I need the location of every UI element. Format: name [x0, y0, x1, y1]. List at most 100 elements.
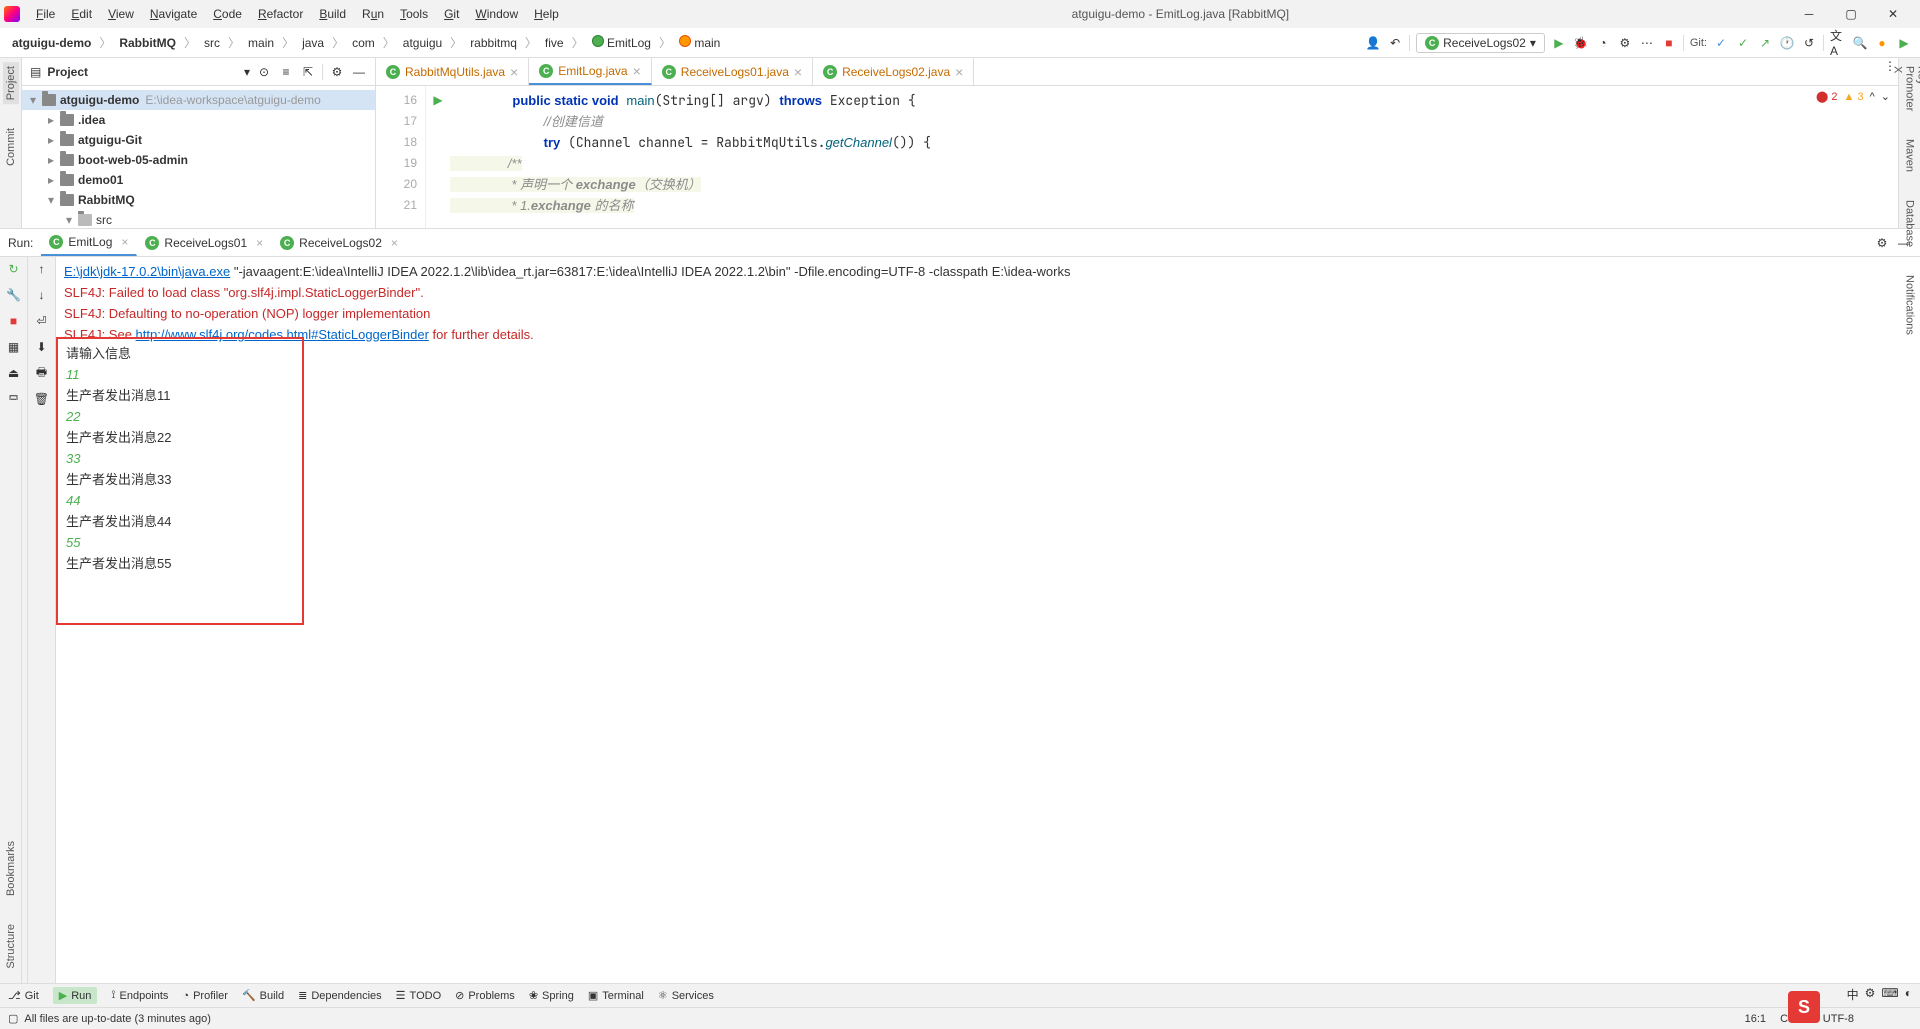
scroll-icon[interactable]: ⬇	[34, 339, 50, 355]
editor-tab[interactable]: CEmitLog.java×	[529, 58, 652, 85]
menu-edit[interactable]: Edit	[63, 5, 100, 23]
git-update-icon[interactable]: ✓	[1713, 35, 1729, 51]
menu-git[interactable]: Git	[436, 5, 467, 23]
back-icon[interactable]: ↶	[1387, 35, 1403, 51]
editor-tab[interactable]: CReceiveLogs01.java×	[652, 58, 813, 85]
run-tool[interactable]: ▶ Run	[53, 987, 98, 1004]
run-anything-icon[interactable]: ▶	[1896, 35, 1912, 51]
tree-row[interactable]: ▸.idea	[22, 110, 375, 130]
wrap-icon[interactable]: ⏎	[34, 313, 50, 329]
build-tool[interactable]: 🔨 Build	[242, 989, 284, 1002]
chevron-up-icon[interactable]: ^	[1870, 91, 1875, 103]
hide-icon[interactable]: —	[351, 64, 367, 80]
run-button[interactable]: ▶	[1551, 35, 1567, 51]
console-output[interactable]: E:\jdk\jdk-17.0.2\bin\java.exe "-javaage…	[56, 257, 1920, 983]
menu-build[interactable]: Build	[311, 5, 354, 23]
git-commit-icon[interactable]: ✓	[1735, 35, 1751, 51]
breadcrumb-item[interactable]: main	[244, 34, 278, 52]
breadcrumb-item[interactable]: RabbitMQ	[115, 34, 180, 52]
search-icon[interactable]: 🔍	[1852, 35, 1868, 51]
run-config-selector[interactable]: C ReceiveLogs02 ▾	[1416, 33, 1545, 53]
tree-row[interactable]: ▾src	[22, 210, 375, 228]
run-tab[interactable]: CReceiveLogs02×	[272, 229, 407, 256]
breadcrumb-item[interactable]: main	[675, 33, 724, 52]
menu-navigate[interactable]: Navigate	[142, 5, 205, 23]
tree-row[interactable]: ▾atguigu-demoE:\idea-workspace\atguigu-d…	[22, 90, 375, 110]
menu-refactor[interactable]: Refactor	[250, 5, 311, 23]
status-icon[interactable]: ▢	[8, 1012, 18, 1025]
breadcrumb-item[interactable]: rabbitmq	[466, 34, 521, 52]
tray-icon-3[interactable]: ⌨	[1881, 986, 1898, 1003]
git-push-icon[interactable]: ↗	[1757, 35, 1773, 51]
menu-file[interactable]: FFileile	[28, 5, 63, 23]
translate-icon[interactable]: 文A	[1830, 35, 1846, 51]
collapse-all-icon[interactable]: ⇱	[300, 64, 316, 80]
maven-tab[interactable]: Maven	[1902, 135, 1918, 176]
stop-button[interactable]: ■	[1661, 35, 1677, 51]
code-editor[interactable]: public static void main(String[] argv) t…	[450, 86, 1898, 228]
breadcrumb-item[interactable]: atguigu-demo	[8, 34, 95, 52]
close-icon[interactable]: ×	[256, 236, 263, 250]
run-gutter-icon[interactable]: ▶	[426, 90, 450, 111]
breadcrumb-item[interactable]: com	[348, 34, 379, 52]
menu-help[interactable]: Help	[526, 5, 567, 23]
menu-run[interactable]: Run	[354, 5, 392, 23]
todo-tool[interactable]: ☰ TODO	[396, 989, 441, 1002]
dependencies-tool[interactable]: ≣ Dependencies	[298, 989, 382, 1002]
breadcrumb-item[interactable]: EmitLog	[588, 33, 655, 52]
close-icon[interactable]: ×	[955, 64, 963, 80]
expand-all-icon[interactable]: ≡	[278, 64, 294, 80]
rerun-icon[interactable]: ↻	[6, 261, 22, 277]
git-tool[interactable]: ⎇ Git	[8, 989, 39, 1002]
breadcrumb-item[interactable]: java	[298, 34, 328, 52]
tree-row[interactable]: ▸boot-web-05-admin	[22, 150, 375, 170]
bookmarks-tab[interactable]: Bookmarks	[3, 837, 19, 900]
hide-icon[interactable]: —	[1896, 235, 1912, 251]
services-tool[interactable]: ⚛ Services	[658, 989, 714, 1002]
tree-row[interactable]: ▾RabbitMQ	[22, 190, 375, 210]
encoding[interactable]: UTF-8	[1823, 1013, 1854, 1025]
tools-icon[interactable]: 🔧	[6, 287, 22, 303]
menu-view[interactable]: View	[100, 5, 142, 23]
git-history-icon[interactable]: 🕐	[1779, 35, 1795, 51]
structure-tab[interactable]: Structure	[3, 920, 19, 973]
close-icon[interactable]: ×	[121, 235, 128, 249]
settings-icon[interactable]: ⚙	[329, 64, 345, 80]
error-indicator[interactable]: ⬤ 2	[1816, 90, 1838, 103]
breadcrumb-item[interactable]: atguigu	[399, 34, 446, 52]
tree-row[interactable]: ▸atguigu-Git	[22, 130, 375, 150]
warning-indicator[interactable]: ▲ 3	[1844, 91, 1864, 103]
endpoints-tool[interactable]: ⟟ Endpoints	[111, 989, 168, 1002]
chevron-down-icon[interactable]: ▾	[244, 65, 250, 79]
spring-tool[interactable]: ❀ Spring	[529, 989, 574, 1002]
editor-indicators[interactable]: ⬤ 2 ▲ 3 ^ ⌄	[1816, 90, 1890, 103]
problems-tool[interactable]: ⊘ Problems	[455, 989, 515, 1002]
minimize-button[interactable]: ─	[1794, 7, 1824, 21]
tray-icon-2[interactable]: ⚙	[1865, 986, 1876, 1003]
settings-icon[interactable]: ⚙	[1874, 235, 1890, 251]
learn-icon[interactable]: ●	[1874, 35, 1890, 51]
close-icon[interactable]: ×	[391, 236, 398, 250]
profile-button[interactable]: ⚙	[1617, 35, 1633, 51]
close-button[interactable]: ✕	[1878, 7, 1908, 21]
down-icon[interactable]: ↓	[34, 287, 50, 303]
close-icon[interactable]: ×	[633, 63, 641, 79]
menu-code[interactable]: Code	[205, 5, 250, 23]
profiler-tool[interactable]: ◔ Profiler	[182, 990, 228, 1002]
coverage-button[interactable]: ◔	[1595, 35, 1611, 51]
more-run-icon[interactable]: ⋯	[1639, 35, 1655, 51]
breadcrumb-item[interactable]: five	[541, 34, 568, 52]
breadcrumb-item[interactable]: src	[200, 34, 224, 52]
terminal-tool[interactable]: ▣ Terminal	[588, 989, 644, 1002]
close-icon[interactable]: ×	[794, 64, 802, 80]
user-icon[interactable]: 👤	[1365, 35, 1381, 51]
clear-icon[interactable]: 🗑	[34, 391, 50, 407]
run-tab[interactable]: CReceiveLogs01×	[137, 229, 272, 256]
print-icon[interactable]: 🖶	[34, 365, 50, 381]
project-tab[interactable]: Project	[3, 62, 19, 104]
tray-icon-4[interactable]: ◐	[1905, 986, 1912, 1003]
chevron-down-icon[interactable]: ⌄	[1881, 90, 1890, 103]
exit-icon[interactable]: ⏏	[6, 365, 22, 381]
up-icon[interactable]: ↑	[34, 261, 50, 277]
project-tree[interactable]: ▾atguigu-demoE:\idea-workspace\atguigu-d…	[22, 86, 375, 228]
